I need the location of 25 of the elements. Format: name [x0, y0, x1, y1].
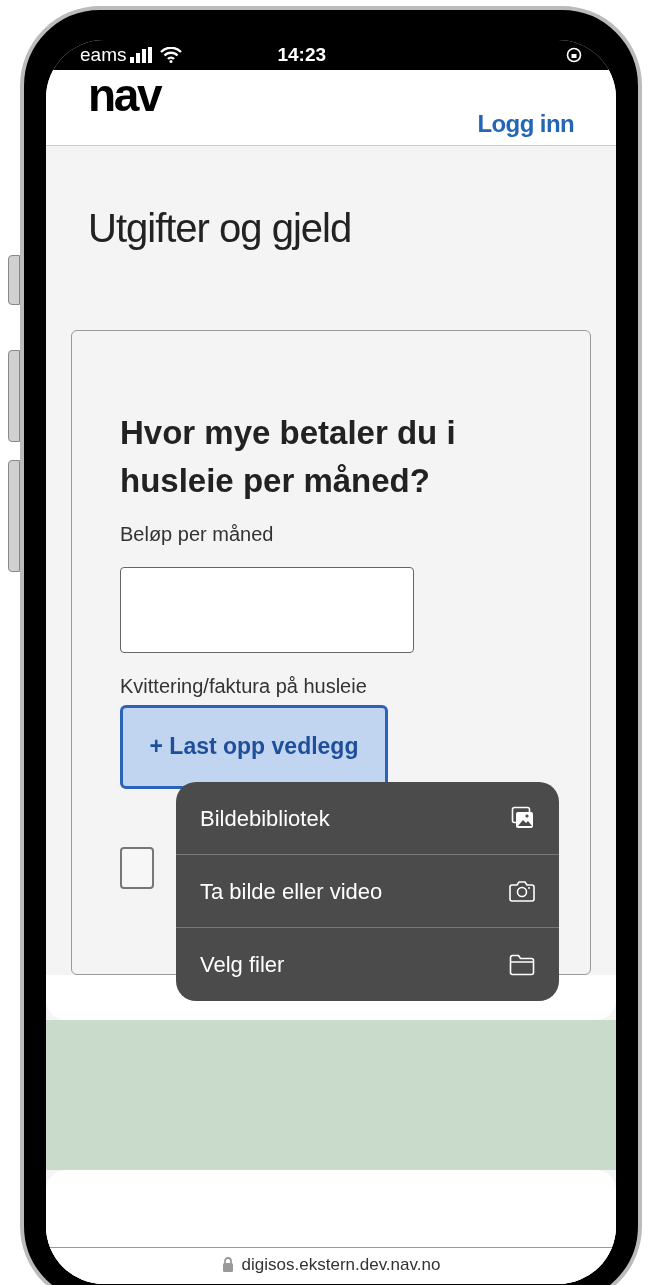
- menu-item[interactable]: Bildebibliotek: [176, 782, 559, 855]
- question-heading: Hvor mye betaler du i husleie per måned?: [120, 413, 457, 501]
- checkbox[interactable]: [120, 846, 154, 889]
- wifi-icon: [160, 47, 183, 63]
- folder-icon: [509, 953, 535, 976]
- field-label: Beløp per måned: [120, 521, 275, 547]
- side-button[interactable]: [8, 255, 20, 305]
- side-button[interactable]: [8, 460, 20, 572]
- signal-icon: [130, 47, 153, 63]
- lock-icon: [221, 1256, 234, 1272]
- carrier-name: eams: [80, 42, 127, 67]
- amount-input-field[interactable]: [120, 566, 414, 653]
- upload-button[interactable]: + Last opp vedlegg: [120, 704, 388, 789]
- url-text: digisos.ekstern.dev.nav.no: [241, 1254, 441, 1276]
- field-label: Kvittering/faktura på husleie: [120, 673, 368, 699]
- side-button[interactable]: [8, 350, 20, 442]
- rotation-lock-icon: [566, 47, 582, 63]
- clock: 14:23: [277, 42, 327, 67]
- logo[interactable]: nav: [88, 72, 161, 118]
- page-title: Utgifter og gjeld: [87, 205, 353, 252]
- menu-item[interactable]: Ta bilde eller video: [176, 855, 559, 928]
- menu-item[interactable]: Velg filer: [176, 928, 559, 1001]
- photo-library-icon: [511, 806, 535, 830]
- camera-icon: [509, 880, 535, 902]
- login-link[interactable]: Logg inn: [477, 106, 574, 142]
